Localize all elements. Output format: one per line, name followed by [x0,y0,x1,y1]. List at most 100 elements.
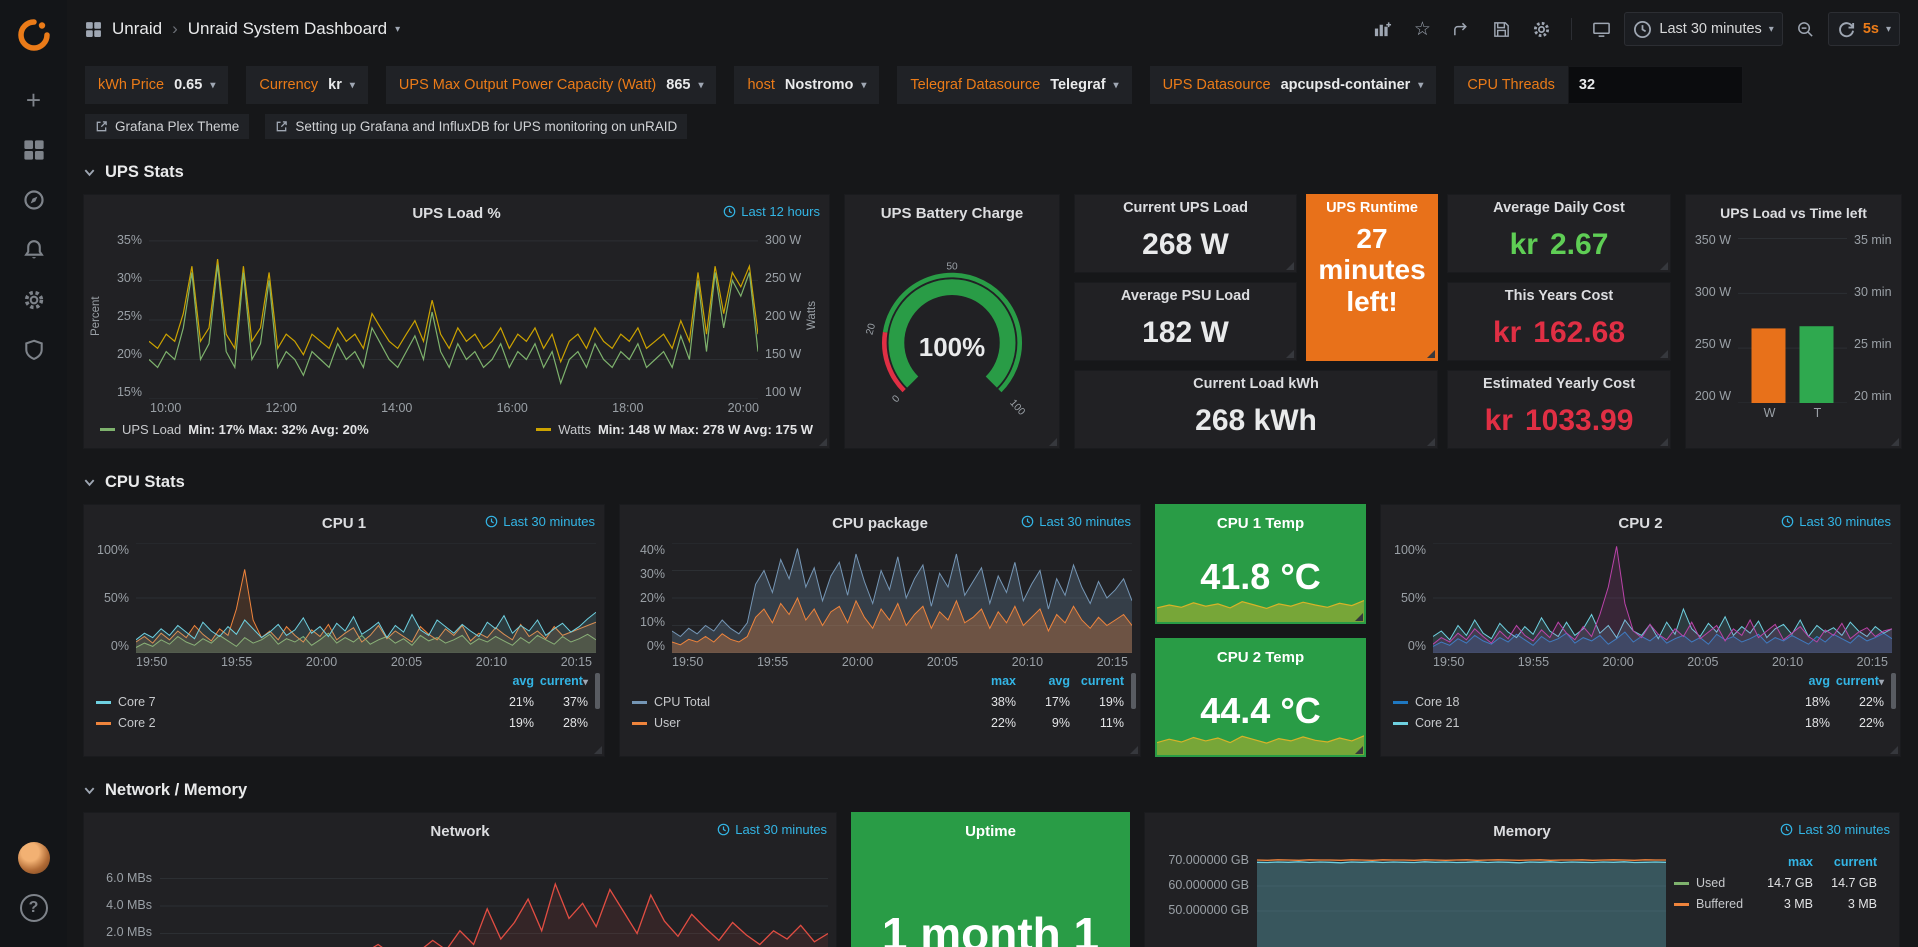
save-dashboard-button[interactable] [1484,12,1519,46]
variable-telegraf-datasource[interactable]: Telegraf Datasource Telegraf▾ [897,66,1131,104]
link-ups-monitoring-guide[interactable]: Setting up Grafana and InfluxDB for UPS … [265,114,687,139]
user-profile-button[interactable] [12,838,56,878]
legend-scrollbar[interactable] [1131,673,1136,709]
panel-title[interactable]: UPS Load vs Time left [1686,195,1901,231]
breadcrumb-app[interactable]: Unraid [112,19,162,39]
load-vs-time-bar-chart[interactable] [1738,233,1847,403]
sidebar-item-explore[interactable] [12,180,56,220]
legend-col-current[interactable]: current▾ [534,674,588,688]
network-graph[interactable] [160,851,828,947]
grafana-logo[interactable] [12,15,56,55]
legend-item-watts[interactable]: Watts Min: 148 W Max: 278 W Avg: 175 W [536,422,813,437]
legend-col-avg[interactable]: avg [1016,674,1070,688]
legend-label: User [654,716,680,730]
dashboard-squares-icon[interactable] [85,21,102,38]
ups-load-graph[interactable] [149,233,758,399]
panel-title[interactable]: UPS Battery Charge [845,195,1059,231]
zoom-out-button[interactable] [1788,12,1823,46]
x-tick: 19:50 [136,655,167,669]
sidebar-item-configuration[interactable] [12,280,56,320]
refresh-picker[interactable]: 5s ▾ [1828,12,1900,46]
legend-item-ups-load[interactable]: UPS Load Min: 17% Max: 32% Avg: 20% [100,422,369,437]
legend-series-core7[interactable]: Core 7 [96,695,156,709]
legend-series-core21[interactable]: Core 21 [1393,716,1459,730]
variable-kwh-price[interactable]: kWh Price 0.65▾ [85,66,228,104]
row-header-ups-stats[interactable]: UPS Stats [83,163,1902,182]
legend-series-core18[interactable]: Core 18 [1393,695,1459,709]
legend-col-max[interactable]: max [1749,855,1813,869]
panel-time-badge[interactable]: Last 30 minutes [1781,514,1891,529]
y-tick: 0% [1387,639,1426,653]
row-header-cpu-stats[interactable]: CPU Stats [83,473,1902,492]
panel-average-psu-load: Average PSU Load 182 W [1074,282,1297,361]
legend-scrollbar[interactable] [1891,673,1896,709]
cycle-view-mode-button[interactable] [1584,12,1619,46]
dashboard-settings-button[interactable] [1524,12,1559,46]
share-dashboard-button[interactable] [1444,12,1479,46]
variable-host[interactable]: host Nostromo▾ [734,66,879,104]
variable-ups-datasource[interactable]: UPS Datasource apcupsd-container▾ [1150,66,1437,104]
time-range-picker[interactable]: Last 30 minutes ▾ [1624,12,1782,46]
panel-time-badge[interactable]: Last 30 minutes [485,514,595,529]
currency-prefix: kr [1510,228,1538,262]
shield-icon [23,339,45,361]
legend-row: CPU Total 38%17%19% [632,695,1124,709]
panel-time-badge[interactable]: Last 30 minutes [1780,822,1890,837]
external-link-icon [275,120,288,133]
variable-currency[interactable]: Currency kr▾ [246,66,368,104]
legend-col-current[interactable]: current [1070,674,1124,688]
series-color-swatch [100,428,115,431]
row-title: CPU Stats [105,473,185,492]
legend-col-current[interactable]: current▾ [1830,674,1884,688]
y-tick: 10% [626,615,665,629]
y-tick: 60.000000 GB [1168,878,1249,892]
cpu2-graph[interactable] [1433,543,1892,653]
panel-title[interactable]: UPS Runtime [1307,195,1437,221]
link-grafana-plex-theme[interactable]: Grafana Plex Theme [85,114,249,139]
panel-time-badge[interactable]: Last 30 minutes [1021,514,1131,529]
y-axis-left: 6.0 MBs 4.0 MBs 2.0 MBs [90,851,160,947]
legend-series-cpu-total[interactable]: CPU Total [632,695,710,709]
help-button[interactable]: ? [12,888,56,928]
memory-graph[interactable] [1257,851,1666,947]
legend-row: Core 7 21%37% [96,695,588,709]
y-axis-left: 350 W 300 W 250 W 200 W [1692,233,1738,403]
panel-time-badge[interactable]: Last 12 hours [723,204,820,219]
legend-col-avg[interactable]: avg [480,674,534,688]
legend-avg-value: 9% [1016,716,1070,730]
sidebar-item-server-admin[interactable] [12,330,56,370]
sidebar-item-alerting[interactable] [12,230,56,270]
dashboard-title[interactable]: Unraid System Dashboard ▾ [188,19,400,39]
x-tick: 20:05 [927,655,958,669]
panel-network: Network Last 30 minutes 6.0 MBs 4.0 MBs … [83,812,837,947]
legend-scrollbar[interactable] [595,673,600,709]
row-header-network-memory[interactable]: Network / Memory [83,781,1902,800]
panel-title[interactable]: UPS Load % [84,195,829,231]
sidebar-item-dashboards[interactable] [12,130,56,170]
cpu1-graph[interactable] [136,543,596,653]
legend-series-user[interactable]: User [632,716,680,730]
row-cpu-stats: CPU 1 Last 30 minutes 100% 50% 0% [83,504,1902,757]
create-button[interactable]: + [12,80,56,120]
star-dashboard-button[interactable]: ☆ [1405,12,1439,46]
y-tick: 0% [626,639,665,653]
legend-label[interactable]: Watts [558,422,591,437]
cpu-package-graph[interactable] [672,543,1132,653]
caret-down-icon: ▾ [1879,677,1884,688]
add-panel-button[interactable] [1365,12,1400,46]
variable-label: Currency [259,77,318,93]
variable-ups-max-power[interactable]: UPS Max Output Power Capacity (Watt) 865… [386,66,717,104]
cpu-threads-input[interactable] [1568,66,1743,104]
legend-series-core2[interactable]: Core 2 [96,716,156,730]
panel-title[interactable]: Uptime [852,813,1129,849]
legend-label[interactable]: UPS Load [122,422,181,437]
legend-col-current[interactable]: current [1813,855,1877,869]
legend-col-avg[interactable]: avg [1776,674,1830,688]
legend-series-used[interactable]: Used [1674,876,1725,890]
panel-time-badge[interactable]: Last 30 minutes [717,822,827,837]
legend-col-max[interactable]: max [962,674,1016,688]
variable-label: UPS Datasource [1163,77,1271,93]
chevron-down-icon [83,476,96,489]
stat-value: 182 W [1075,305,1296,360]
legend-series-buffered[interactable]: Buffered [1674,897,1743,911]
